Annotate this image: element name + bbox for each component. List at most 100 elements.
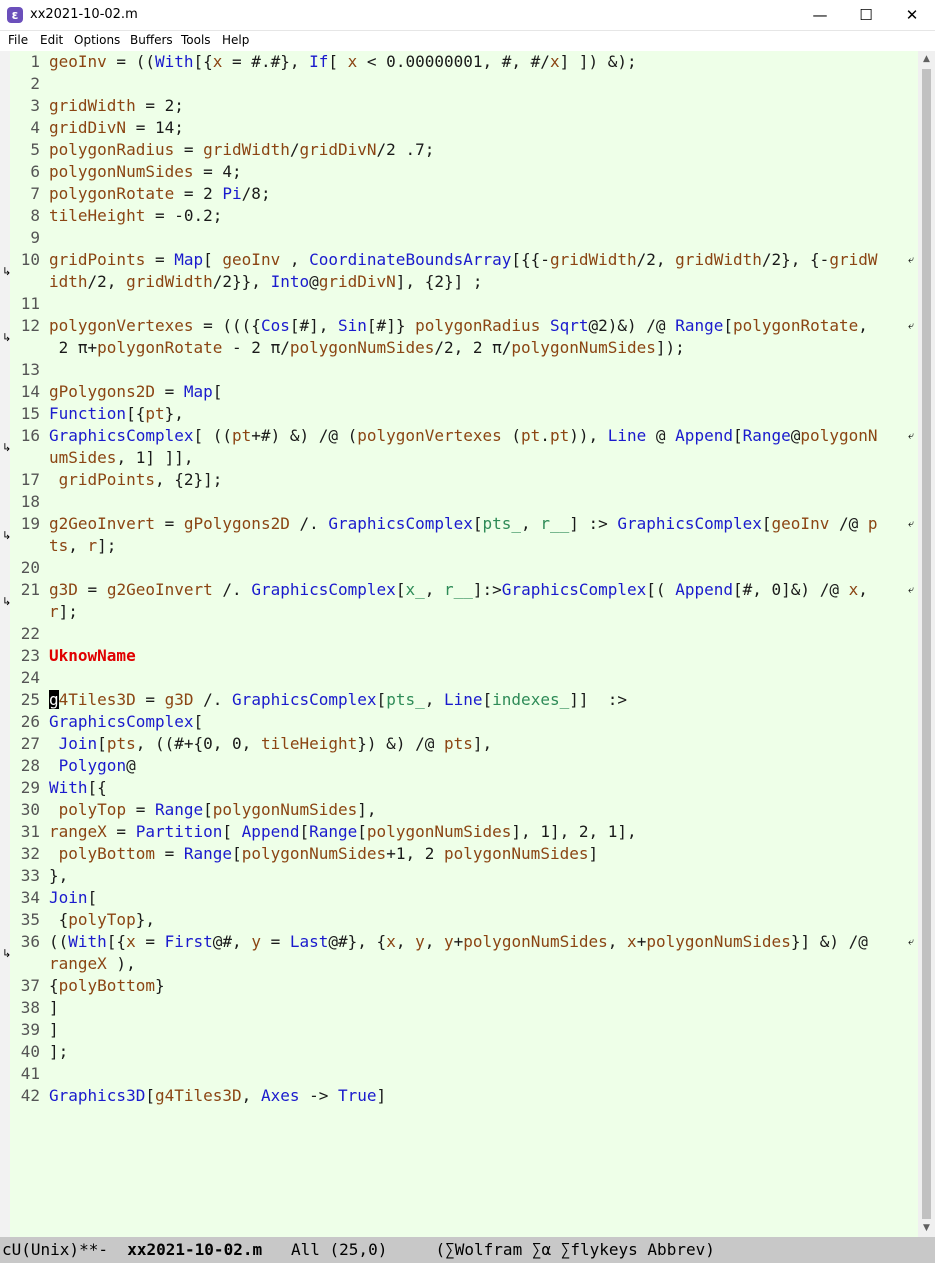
- code-line[interactable]: 29 With[{: [18, 777, 107, 799]
- code-token: [: [395, 580, 406, 599]
- menu-tools[interactable]: Tools: [181, 33, 211, 47]
- code-token: 2 π+: [49, 338, 98, 357]
- code-line[interactable]: 41: [18, 1063, 49, 1085]
- code-token: Range: [183, 844, 233, 863]
- code-token: GraphicsComplex: [617, 514, 762, 533]
- scroll-up-icon[interactable]: ▲: [918, 51, 935, 68]
- code-token: polygonNumSides: [366, 822, 512, 841]
- code-token: polygonNumSides: [511, 338, 656, 357]
- code-line[interactable]: 2 π+polygonRotate - 2 π/polygonNumSides/…: [18, 337, 685, 359]
- code-token: Append: [241, 822, 300, 841]
- code-token: ->: [299, 1086, 338, 1105]
- code-line[interactable]: 9: [18, 227, 49, 249]
- code-token: gridPoints: [58, 470, 155, 489]
- close-button[interactable]: ✕: [889, 0, 935, 31]
- menu-file[interactable]: File: [8, 33, 28, 47]
- code-token: pt: [145, 404, 165, 423]
- code-line[interactable]: 7 polygonRotate = 2 Pi/8;: [18, 183, 270, 205]
- code-token: = ((({: [193, 316, 261, 335]
- code-line[interactable]: 31 rangeX = Partition[ Append[Range[polyg…: [18, 821, 637, 843]
- scroll-down-icon[interactable]: ▼: [918, 1220, 935, 1237]
- code-line[interactable]: 1 geoInv = ((With[{x = #.#}, If[ x < 0.00…: [18, 51, 636, 73]
- code-line[interactable]: 8 tileHeight = -0.2;: [18, 205, 222, 227]
- code-token: Sqrt: [549, 316, 589, 335]
- code-token: With: [154, 52, 194, 71]
- line-number: 21: [20, 580, 40, 599]
- code-line[interactable]: 21 g3D = g2GeoInvert /. GraphicsComplex[x…: [18, 579, 878, 601]
- code-token: [#]}: [366, 316, 416, 335]
- code-line[interactable]: idth/2, gridWidth/2}}, Into@gridDivN], {…: [18, 271, 483, 293]
- code-line[interactable]: 20: [18, 557, 49, 579]
- code-line[interactable]: 34 Join[: [18, 887, 97, 909]
- menu-edit[interactable]: Edit: [40, 33, 63, 47]
- code-token: ]] :>: [569, 690, 628, 709]
- code-line[interactable]: 28 Polygon@: [18, 755, 136, 777]
- menu-help[interactable]: Help: [222, 33, 249, 47]
- code-token: ], 1], 2, 1],: [511, 822, 637, 841]
- code-token: tileHeight: [260, 734, 358, 753]
- code-token: x_: [405, 580, 425, 599]
- code-line[interactable]: 15 Function[{pt},: [18, 403, 184, 425]
- code-line[interactable]: 42 Graphics3D[g4Tiles3D, Axes -> True]: [18, 1085, 386, 1107]
- scrollbar-thumb[interactable]: [922, 69, 931, 1219]
- code-token: @: [646, 426, 676, 445]
- code-line[interactable]: 32 polyBottom = Range[polygonNumSides+1,…: [18, 843, 598, 865]
- wrap-arrow-right-icon: ⤶: [908, 583, 915, 596]
- code-token: },: [49, 866, 69, 885]
- code-line[interactable]: 38]: [18, 997, 59, 1019]
- line-number: 25: [20, 690, 40, 709]
- modeline-buffer-name[interactable]: xx2021-10-02.m: [127, 1240, 262, 1259]
- code-line[interactable]: 19 g2GeoInvert = gPolygons2D /. GraphicsC…: [18, 513, 878, 535]
- menu-options[interactable]: Options: [74, 33, 120, 47]
- title-bar: ε xx2021-10-02.m — ☐ ✕: [0, 0, 935, 31]
- code-token: UknowName: [49, 646, 136, 665]
- code-line[interactable]: 37 {polyBottom}: [18, 975, 165, 997]
- code-line[interactable]: 30 polyTop = Range[polygonNumSides],: [18, 799, 377, 821]
- code-line[interactable]: 23 UknowName: [18, 645, 136, 667]
- code-line[interactable]: r];: [18, 601, 78, 623]
- code-line[interactable]: 22: [18, 623, 49, 645]
- code-line[interactable]: 39]: [18, 1019, 59, 1041]
- code-line[interactable]: 13: [18, 359, 49, 381]
- code-line[interactable]: 40];: [18, 1041, 69, 1063]
- code-line[interactable]: 10 gridPoints = Map[ geoInv , CoordinateB…: [18, 249, 878, 271]
- code-token: , 1] ]],: [116, 448, 194, 467]
- code-line[interactable]: 18: [18, 491, 49, 513]
- code-line[interactable]: 2: [18, 73, 49, 95]
- code-line[interactable]: 11: [18, 293, 49, 315]
- code-token: [(: [646, 580, 676, 599]
- code-line[interactable]: 4 gridDivN = 14;: [18, 117, 184, 139]
- echo-area[interactable]: [0, 1263, 935, 1284]
- code-line[interactable]: 25 g4Tiles3D = g3D /. GraphicsComplex[pts…: [18, 689, 627, 711]
- maximize-button[interactable]: ☐: [843, 0, 889, 31]
- editor-buffer[interactable]: 1 geoInv = ((With[{x = #.#}, If[ x < 0.00…: [0, 51, 918, 1237]
- code-line[interactable]: 3 gridWidth = 2;: [18, 95, 184, 117]
- menu-buffers[interactable]: Buffers: [130, 33, 173, 47]
- code-line[interactable]: rangeX ),: [18, 953, 136, 975]
- code-line[interactable]: 26 GraphicsComplex[: [18, 711, 203, 733]
- code-line[interactable]: 5 polygonRadius = gridWidth/gridDivN/2 .7…: [18, 139, 434, 161]
- code-line[interactable]: 36 ((With[{x = First@#, y = Last@#}, {x, …: [18, 931, 868, 953]
- vertical-scrollbar[interactable]: ▲ ▼: [918, 51, 935, 1237]
- code-line[interactable]: 16 GraphicsComplex[ ((pt+#) &) /@ (polygo…: [18, 425, 878, 447]
- line-number: 1: [30, 52, 40, 71]
- code-line[interactable]: 12 polygonVertexes = ((({Cos[#], Sin[#]} …: [18, 315, 868, 337]
- code-line[interactable]: ts, r];: [18, 535, 116, 557]
- code-line[interactable]: 33},: [18, 865, 69, 887]
- code-line[interactable]: 14 gPolygons2D = Map[: [18, 381, 223, 403]
- modeline-modes[interactable]: (∑Wolfram ∑α ∑flykeys Abbrev): [436, 1240, 715, 1259]
- code-line[interactable]: umSides, 1] ]],: [18, 447, 194, 469]
- code-token: g4Tiles3D: [154, 1086, 242, 1105]
- code-token: g3D: [49, 580, 78, 599]
- line-number: 22: [20, 624, 40, 643]
- code-line[interactable]: 24: [18, 667, 49, 689]
- code-token: ,: [241, 1086, 261, 1105]
- code-token: y: [251, 932, 261, 951]
- code-line[interactable]: 17 gridPoints, {2}];: [18, 469, 223, 491]
- code-line[interactable]: 35 {polyTop},: [18, 909, 155, 931]
- code-token: @: [309, 272, 319, 291]
- minimize-button[interactable]: —: [797, 0, 843, 31]
- code-line[interactable]: 27 Join[pts, ((#+{0, 0, tileHeight}) &) …: [18, 733, 492, 755]
- code-token: 4Tiles3D: [58, 690, 136, 709]
- code-line[interactable]: 6 polygonNumSides = 4;: [18, 161, 241, 183]
